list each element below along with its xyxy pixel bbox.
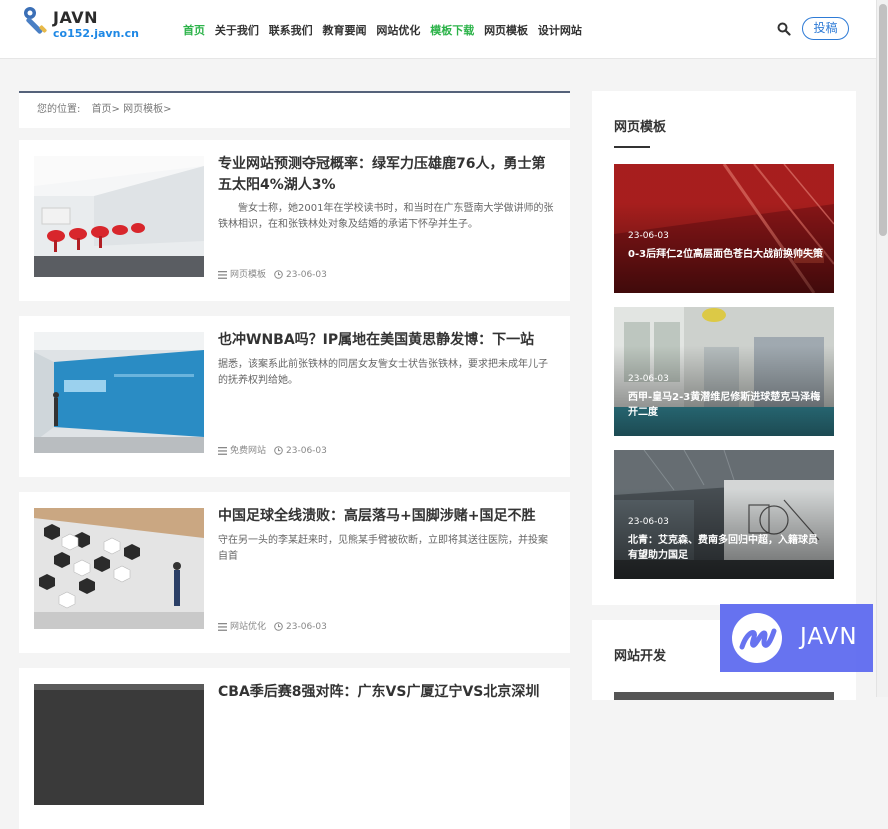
nav-item-seo[interactable]: 网站优化 [376,22,420,38]
article-category-link[interactable]: 网页模板 [230,270,266,280]
article-thumbnail[interactable] [34,156,204,277]
list-icon [218,446,227,455]
sidebar-card[interactable]: 23-06-03 北青：艾克森、费南多回归中超，入籍球员有望助力国足 [614,450,834,579]
clock-icon [274,270,283,279]
card-date: 23-06-03 [628,231,669,241]
clock-icon [274,446,283,455]
page-scrollbar[interactable] [876,0,888,697]
nav-item-web-design[interactable]: 设计网站 [538,22,582,38]
list-icon [218,622,227,631]
article-date: 23-06-03 [286,446,327,456]
breadcrumb: 您的位置: 首页> 网页模板> [19,91,570,128]
javn-watermark: JAVN [720,604,873,672]
card-title[interactable]: 西甲-皇马2-3黄潜维尼修斯进球楚克马泽梅开二度 [628,390,824,420]
submit-article-button[interactable]: 投稿 [802,17,849,40]
watermark-text: JAVN [800,624,858,650]
sidebar-web-templates: 网页模板 23-06-03 0-3后拜仁2位高层面色苍白大战前换帅失策 23-0… [592,91,856,605]
article-summary: 訾女士称，她2001年在学校读书时，和当时在广东暨南大学做讲师的张铁林相识，在和… [218,203,554,230]
article-title[interactable]: 专业网站预测夺冠概率：绿军力压雄鹿76人，勇士第五太阳4%湖人3% [218,154,553,196]
breadcrumb-prefix: 您的位置: [37,104,81,115]
article-meta: 网页模板 23-06-03 [218,267,327,280]
article-item: CBA季后赛8强对阵：广东VS广厦辽宁VS北京深圳 [19,668,570,829]
nav-item-web-templates[interactable]: 网页模板 [484,22,528,38]
article-thumbnail[interactable] [34,332,204,453]
watermark-logo-icon [732,613,782,663]
clock-icon [274,622,283,631]
article-date: 23-06-03 [286,622,327,632]
article-item: 中国足球全线溃败：高层落马+国脚涉赌+国足不胜 守在另一头的李某赶来时，见熊某手… [19,492,570,653]
breadcrumb-current-link[interactable]: 网页模板> [123,104,171,115]
article-meta: 免费网站 23-06-03 [218,443,327,456]
nav-item-about[interactable]: 关于我们 [215,22,259,38]
search-icon[interactable] [777,22,791,36]
title-underline [614,146,650,148]
logo-subtitle: co152.javn.cn [53,27,139,40]
card-title[interactable]: 北青：艾克森、费南多回归中超，入籍球员有望助力国足 [628,533,824,563]
article-category-link[interactable]: 免费网站 [230,446,266,456]
sidebar-section-title: 网站开发 [614,649,667,664]
sidebar-card[interactable] [614,692,834,700]
site-header: JAVN co152.javn.cn 首页 关于我们 联系我们 教育要闻 网站优… [0,0,876,59]
card-title[interactable]: 0-3后拜仁2位高层面色苍白大战前换帅失策 [628,247,824,262]
main-nav: 首页 关于我们 联系我们 教育要闻 网站优化 模板下载 网页模板 设计网站 [183,22,588,38]
card-date: 23-06-03 [628,374,669,384]
article-date: 23-06-03 [286,270,327,280]
breadcrumb-home-link[interactable]: 首页> [92,104,120,115]
sidebar-card[interactable]: 23-06-03 0-3后拜仁2位高层面色苍白大战前换帅失策 [614,164,834,293]
article-item: 专业网站预测夺冠概率：绿军力压雄鹿76人，勇士第五太阳4%湖人3% 訾女士称，她… [19,140,570,301]
article-meta: 网站优化 23-06-03 [218,619,327,632]
article-title[interactable]: CBA季后赛8强对阵：广东VS广厦辽宁VS北京深圳 [218,682,553,703]
scrollbar-thumb[interactable] [879,4,887,236]
article-title[interactable]: 中国足球全线溃败：高层落马+国脚涉赌+国足不胜 [218,506,553,527]
nav-item-contact[interactable]: 联系我们 [269,22,313,38]
article-summary: 守在另一头的李某赶来时，见熊某手臂被砍断，立即将其送往医院，并投案自首 [218,535,548,562]
logo-title: JAVN [53,8,99,27]
sidebar-card[interactable]: 23-06-03 西甲-皇马2-3黄潜维尼修斯进球楚克马泽梅开二度 [614,307,834,436]
sidebar-section-title: 网页模板 [614,120,667,135]
article-summary: 据悉，该案系此前张铁林的同居女友訾女士状告张铁林，要求把未成年儿子的抚养权判给她… [218,359,548,386]
article-category-link[interactable]: 网站优化 [230,622,266,632]
card-date: 23-06-03 [628,517,669,527]
nav-item-education-news[interactable]: 教育要闻 [323,22,367,38]
wrench-logo-icon [24,7,47,34]
list-icon [218,270,227,279]
card-overlay [614,164,834,293]
site-logo[interactable]: JAVN co152.javn.cn [21,5,139,40]
nav-item-template-download[interactable]: 模板下载 [430,22,474,38]
article-thumbnail[interactable] [34,508,204,629]
article-thumbnail[interactable] [34,684,204,805]
article-item: 也冲WNBA吗？IP属地在美国黄思静发博：下一站 据悉，该案系此前张铁林的同居女… [19,316,570,477]
article-title[interactable]: 也冲WNBA吗？IP属地在美国黄思静发博：下一站 [218,330,553,351]
nav-item-home[interactable]: 首页 [183,22,205,38]
